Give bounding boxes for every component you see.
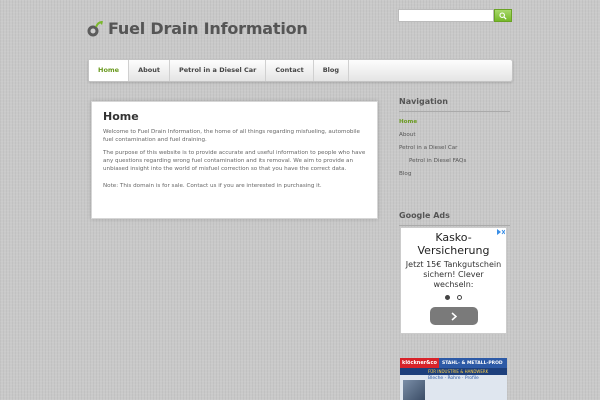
sidebar-list: Home About Petrol in a Diesel Car Petrol… <box>399 116 510 181</box>
pager-dot[interactable] <box>457 295 462 300</box>
sidebar-item-about[interactable]: About <box>399 129 510 142</box>
search-input[interactable] <box>398 9 494 22</box>
nav-blog[interactable]: Blog <box>314 60 349 81</box>
site-logo[interactable]: Fuel Drain Information <box>86 19 308 38</box>
sidebar-item-petrol-in-diesel[interactable]: Petrol in a Diesel Car <box>399 142 510 155</box>
banner-photo <box>403 380 425 400</box>
site-title: Fuel Drain Information <box>108 19 308 38</box>
nav-petrol-in-diesel[interactable]: Petrol in a Diesel Car <box>170 60 267 81</box>
sidebar-navigation: Navigation Home About Petrol in a Diesel… <box>399 97 510 181</box>
main-nav: Home About Petrol in a Diesel Car Contac… <box>88 59 513 82</box>
banner-header: klöckner&co STAHL- & METALL-PROD <box>400 358 507 368</box>
sidebar-item-faqs[interactable]: Petrol in Diesel FAQs <box>399 155 510 168</box>
ad-next-button[interactable] <box>430 307 478 325</box>
fuel-drop-icon <box>87 20 103 36</box>
ad-headline-line-1: Kasko- <box>435 231 472 244</box>
nav-about[interactable]: About <box>129 60 170 81</box>
purpose-paragraph: The purpose of this website is to provid… <box>103 150 366 172</box>
nav-contact[interactable]: Contact <box>266 60 314 81</box>
banner-tagline: STAHL- & METALL-PROD <box>441 360 503 366</box>
content-box: Home Welcome to Fuel Drain Information, … <box>91 101 378 219</box>
sale-note: Note: This domain is for sale. Contact u… <box>103 183 322 189</box>
sidebar-item-home[interactable]: Home <box>399 116 510 129</box>
pager-dot-active[interactable] <box>445 295 450 300</box>
sidebar-item-blog[interactable]: Blog <box>399 168 510 181</box>
ad-headline-line-2: Versicherung <box>417 244 490 257</box>
nav-home[interactable]: Home <box>89 60 130 81</box>
banner-brand: klöckner&co <box>400 358 439 368</box>
page-title: Home <box>103 110 139 123</box>
search-form <box>398 9 512 22</box>
ad-pager <box>401 295 506 300</box>
ad-headline[interactable]: Kasko- Versicherung <box>401 231 506 257</box>
search-button[interactable] <box>494 9 512 22</box>
intro-paragraph: Welcome to Fuel Drain Information, the h… <box>103 129 360 143</box>
google-ads-title: Google Ads <box>399 211 510 226</box>
navigation-title: Navigation <box>399 97 510 112</box>
banner-ad[interactable]: klöckner&co STAHL- & METALL-PROD FÜR IND… <box>400 358 507 400</box>
chevron-right-icon <box>451 311 457 321</box>
ad-unit[interactable]: Kasko- Versicherung Jetzt 15€ Tankgutsch… <box>400 227 507 334</box>
banner-subline: FÜR INDUSTRIE & HANDWERK <box>400 368 507 375</box>
ad-body: Jetzt 15€ Tankgutschein sichern! Clever … <box>405 260 502 289</box>
adchoices-icon[interactable] <box>497 229 505 235</box>
search-icon <box>499 11 507 20</box>
